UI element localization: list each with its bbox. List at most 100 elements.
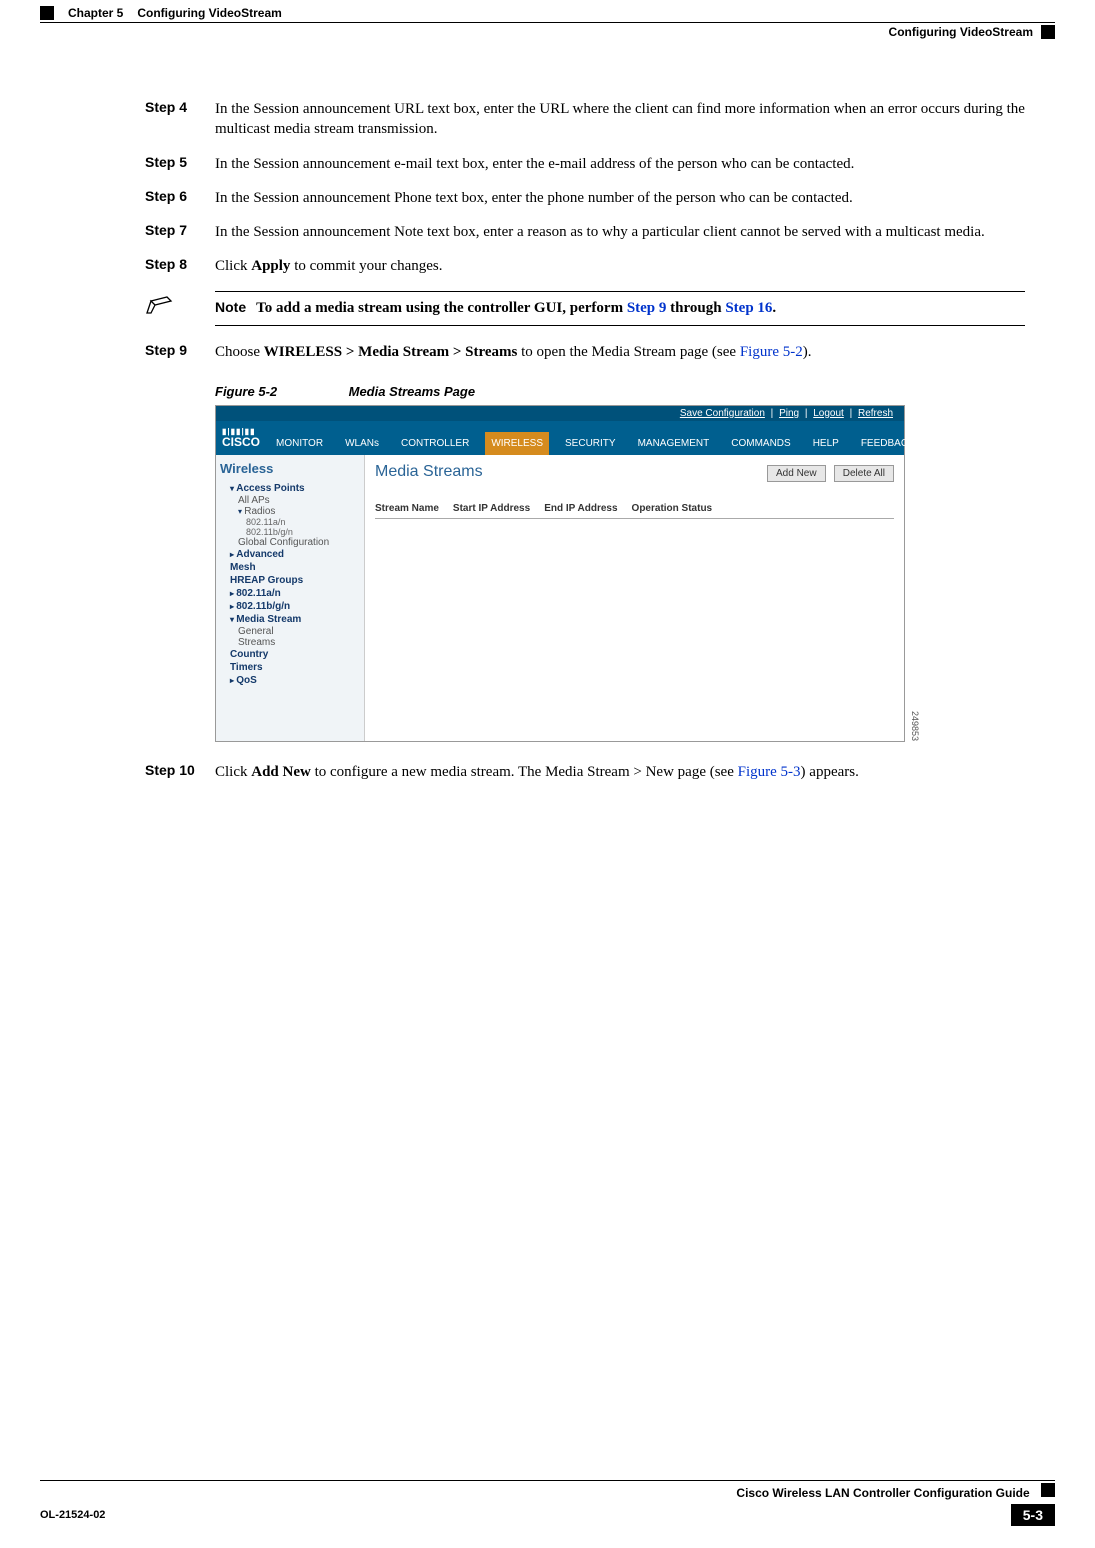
screenshot-topbar: Save Configuration | Ping | Logout | Ref… (216, 406, 904, 421)
note-icon-wrap (145, 291, 215, 320)
step-text: Click Add New to configure a new media s… (215, 762, 1025, 782)
text: Click (215, 764, 251, 780)
text: to configure a new media stream. The Med… (311, 764, 738, 780)
step-text: Click Apply to commit your changes. (215, 256, 1025, 276)
link-step16[interactable]: Step 16 (725, 300, 772, 316)
step-label: Step 8 (145, 256, 215, 276)
table-header: Stream Name Start IP Address End IP Addr… (375, 499, 894, 519)
tab-wlans[interactable]: WLANs (339, 432, 385, 455)
sidebar-item-802-11b-g-n[interactable]: 802.11b/g/n (220, 600, 360, 613)
col-operation-status: Operation Status (632, 503, 713, 514)
tab-help[interactable]: HELP (807, 432, 845, 455)
bold-text: WIRELESS > Media Stream > Streams (264, 344, 518, 360)
sidebar-item-802-11a-n[interactable]: 802.11a/n (220, 587, 360, 600)
screenshot-sidebar: Wireless Access Points All APs Radios 80… (216, 455, 365, 741)
text: to open the Media Stream page (see (517, 344, 739, 360)
tab-commands[interactable]: COMMANDS (725, 432, 796, 455)
link-figure-5-2[interactable]: Figure 5-2 (740, 344, 803, 360)
step-text: In the Session announcement e-mail text … (215, 154, 1025, 174)
text: through (666, 300, 725, 316)
sidebar-item-global-config[interactable]: Global Configuration (220, 537, 360, 548)
sidebar-item-advanced[interactable]: Advanced (220, 548, 360, 561)
text: ). (803, 344, 812, 360)
sidebar-item-qos[interactable]: QoS (220, 674, 360, 687)
note-text: To add a media stream using the controll… (256, 298, 776, 319)
main-title: Media Streams (375, 463, 483, 481)
figure-number: Figure 5-2 (215, 384, 345, 399)
step-9: Step 9 Choose WIRELESS > Media Stream > … (145, 342, 1025, 362)
tab-security[interactable]: SECURITY (559, 432, 622, 455)
step-text: Choose WIRELESS > Media Stream > Streams… (215, 342, 1025, 362)
note-label: Note (215, 298, 246, 319)
tab-controller[interactable]: CONTROLLER (395, 432, 475, 455)
step-text: In the Session announcement Note text bo… (215, 222, 1025, 242)
logout-link[interactable]: Logout (813, 408, 844, 419)
note-rule (215, 291, 1025, 292)
section-title: Configuring VideoStream (889, 25, 1033, 39)
sidebar-item-streams[interactable]: Streams (220, 637, 360, 648)
pencil-icon (145, 295, 175, 315)
step-7: Step 7 In the Session announcement Note … (145, 222, 1025, 242)
tab-monitor[interactable]: MONITOR (270, 432, 329, 455)
text: To add a media stream using the controll… (256, 300, 627, 316)
tab-management[interactable]: MANAGEMENT (632, 432, 716, 455)
figure-title: Media Streams Page (349, 384, 475, 399)
sidebar-item-802-11a[interactable]: 802.11a/n (220, 517, 360, 527)
tab-wireless[interactable]: WIRELESS (485, 432, 549, 455)
refresh-link[interactable]: Refresh (858, 408, 893, 419)
step-8: Step 8 Click Apply to commit your change… (145, 256, 1025, 276)
sidebar-item-timers[interactable]: Timers (220, 661, 360, 674)
text: to commit your changes. (290, 258, 442, 274)
ping-link[interactable]: Ping (779, 408, 799, 419)
footer-doc-id: OL-21524-02 (40, 1509, 105, 1521)
step-4: Step 4 In the Session announcement URL t… (145, 99, 1025, 140)
page-header: Chapter 5 Configuring VideoStream Config… (40, 0, 1055, 39)
step-label: Step 7 (145, 222, 215, 242)
step-10: Step 10 Click Add New to configure a new… (145, 762, 1025, 782)
text: Click (215, 258, 251, 274)
chapter-title: Configuring VideoStream (137, 6, 281, 20)
sidebar-item-general[interactable]: General (220, 626, 360, 637)
delete-all-button[interactable]: Delete All (834, 465, 894, 482)
tab-feedback[interactable]: FEEDBACK (855, 432, 921, 455)
text: ) appears. (801, 764, 859, 780)
step-label: Step 6 (145, 188, 215, 208)
sidebar-item-all-aps[interactable]: All APs (220, 495, 360, 506)
footer-marker (1041, 1483, 1055, 1497)
screenshot-menubar: ▮|▮▮|▮▮ CISCO MONITOR WLANs CONTROLLER W… (216, 421, 904, 455)
sidebar-item-mesh[interactable]: Mesh (220, 561, 360, 574)
figure-caption: Figure 5-2 Media Streams Page (215, 384, 1025, 399)
chapter-number: Chapter 5 (68, 6, 123, 20)
page: Chapter 5 Configuring VideoStream Config… (0, 0, 1095, 1548)
link-step9[interactable]: Step 9 (627, 300, 667, 316)
text: Choose (215, 344, 264, 360)
screenshot-main: Media Streams Add New Delete All Stream … (365, 455, 904, 741)
save-config-link[interactable]: Save Configuration (680, 408, 765, 419)
step-5: Step 5 In the Session announcement e-mai… (145, 154, 1025, 174)
step-label: Step 9 (145, 342, 215, 362)
link-figure-5-3[interactable]: Figure 5-3 (738, 764, 801, 780)
screenshot-body: Wireless Access Points All APs Radios 80… (216, 455, 904, 741)
add-new-button[interactable]: Add New (767, 465, 826, 482)
sidebar-item-hreap[interactable]: HREAP Groups (220, 574, 360, 587)
sidebar-item-802-11b[interactable]: 802.11b/g/n (220, 527, 360, 537)
bold-text: Apply (251, 258, 290, 274)
brand-text: CISCO (222, 435, 260, 449)
step-label: Step 10 (145, 762, 215, 782)
step-6: Step 6 In the Session announcement Phone… (145, 188, 1025, 208)
note-block: Note To add a media stream using the con… (145, 291, 1025, 326)
footer-rule (40, 1480, 1055, 1481)
sidebar-title: Wireless (220, 461, 360, 476)
sidebar-item-access-points[interactable]: Access Points (220, 482, 360, 495)
cisco-logo: ▮|▮▮|▮▮ CISCO (222, 429, 260, 455)
header-rule (40, 22, 1055, 23)
col-end-ip: End IP Address (544, 503, 617, 514)
sidebar-item-media-stream[interactable]: Media Stream (220, 613, 360, 626)
note-rule (215, 325, 1025, 326)
sidebar-item-country[interactable]: Country (220, 648, 360, 661)
step-label: Step 4 (145, 99, 215, 140)
header-marker-left (40, 6, 54, 20)
step-label: Step 5 (145, 154, 215, 174)
sidebar-item-radios[interactable]: Radios (220, 506, 360, 517)
footer-guide-title: Cisco Wireless LAN Controller Configurat… (736, 1486, 1029, 1500)
